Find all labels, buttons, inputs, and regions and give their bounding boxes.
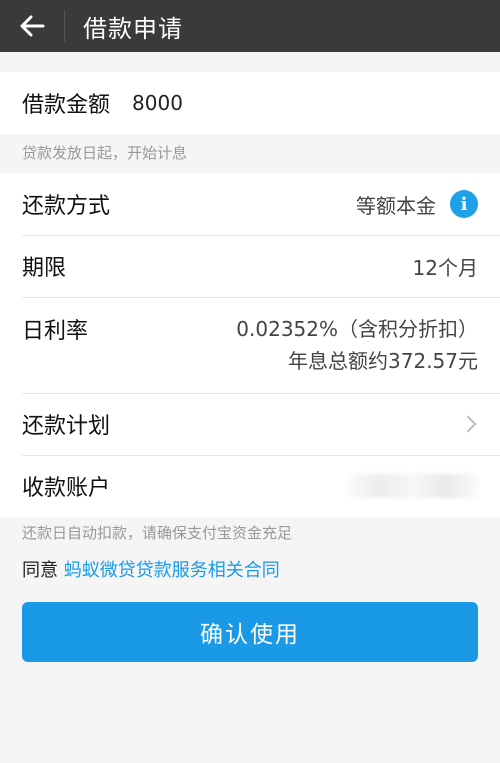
- daily-rate-row: 日利率 0.02352%（含积分折扣） 年息总额约372.57元: [0, 297, 500, 393]
- account-row[interactable]: 收款账户: [0, 455, 500, 517]
- agreement-line: 同意 蚂蚁微贷贷款服务相关合同: [22, 556, 280, 582]
- auto-debit-hint: 还款日自动扣款，请确保支付宝资金充足: [22, 524, 293, 542]
- daily-rate-values: 0.02352%（含积分折扣） 年息总额约372.57元: [236, 313, 478, 377]
- amount-label: 借款金额: [22, 93, 111, 118]
- annual-interest-value: 年息总额约372.57元: [288, 349, 478, 373]
- amount-row[interactable]: 借款金额 8000: [0, 72, 500, 134]
- chevron-right-icon: [459, 415, 477, 433]
- back-arrow-icon: [20, 15, 45, 37]
- agreement-link[interactable]: 蚂蚁微贷贷款服务相关合同: [64, 560, 280, 581]
- header-divider: [64, 10, 65, 42]
- amount-section: 借款金额 8000: [0, 72, 500, 134]
- top-app-bar: 借款申请: [0, 0, 500, 52]
- repay-method-label: 还款方式: [22, 194, 111, 219]
- term-value: 12个月: [412, 255, 478, 280]
- repay-method-value: 等额本金: [356, 193, 436, 218]
- agreement-prefix: 同意: [22, 560, 58, 581]
- repay-plan-label: 还款计划: [22, 414, 111, 439]
- info-icon[interactable]: i: [450, 190, 478, 218]
- term-row: 期限 12个月: [0, 235, 500, 297]
- term-label: 期限: [22, 256, 67, 281]
- back-button[interactable]: [0, 0, 64, 52]
- page-title: 借款申请: [83, 14, 183, 43]
- confirm-button[interactable]: 确认使用: [22, 602, 478, 662]
- loan-details-section: 还款方式 等额本金 i 期限 12个月 日利率 0.02352%（含积分折扣） …: [0, 173, 500, 517]
- repay-method-row[interactable]: 还款方式 等额本金 i: [0, 173, 500, 235]
- daily-rate-label: 日利率: [22, 319, 89, 344]
- amount-input[interactable]: 8000: [132, 91, 183, 115]
- account-value-redacted: [348, 474, 478, 498]
- interest-start-hint: 贷款发放日起，开始计息: [22, 144, 188, 162]
- daily-rate-value: 0.02352%（含积分折扣）: [236, 317, 478, 341]
- account-label: 收款账户: [22, 476, 111, 501]
- repay-plan-row[interactable]: 还款计划: [0, 393, 500, 455]
